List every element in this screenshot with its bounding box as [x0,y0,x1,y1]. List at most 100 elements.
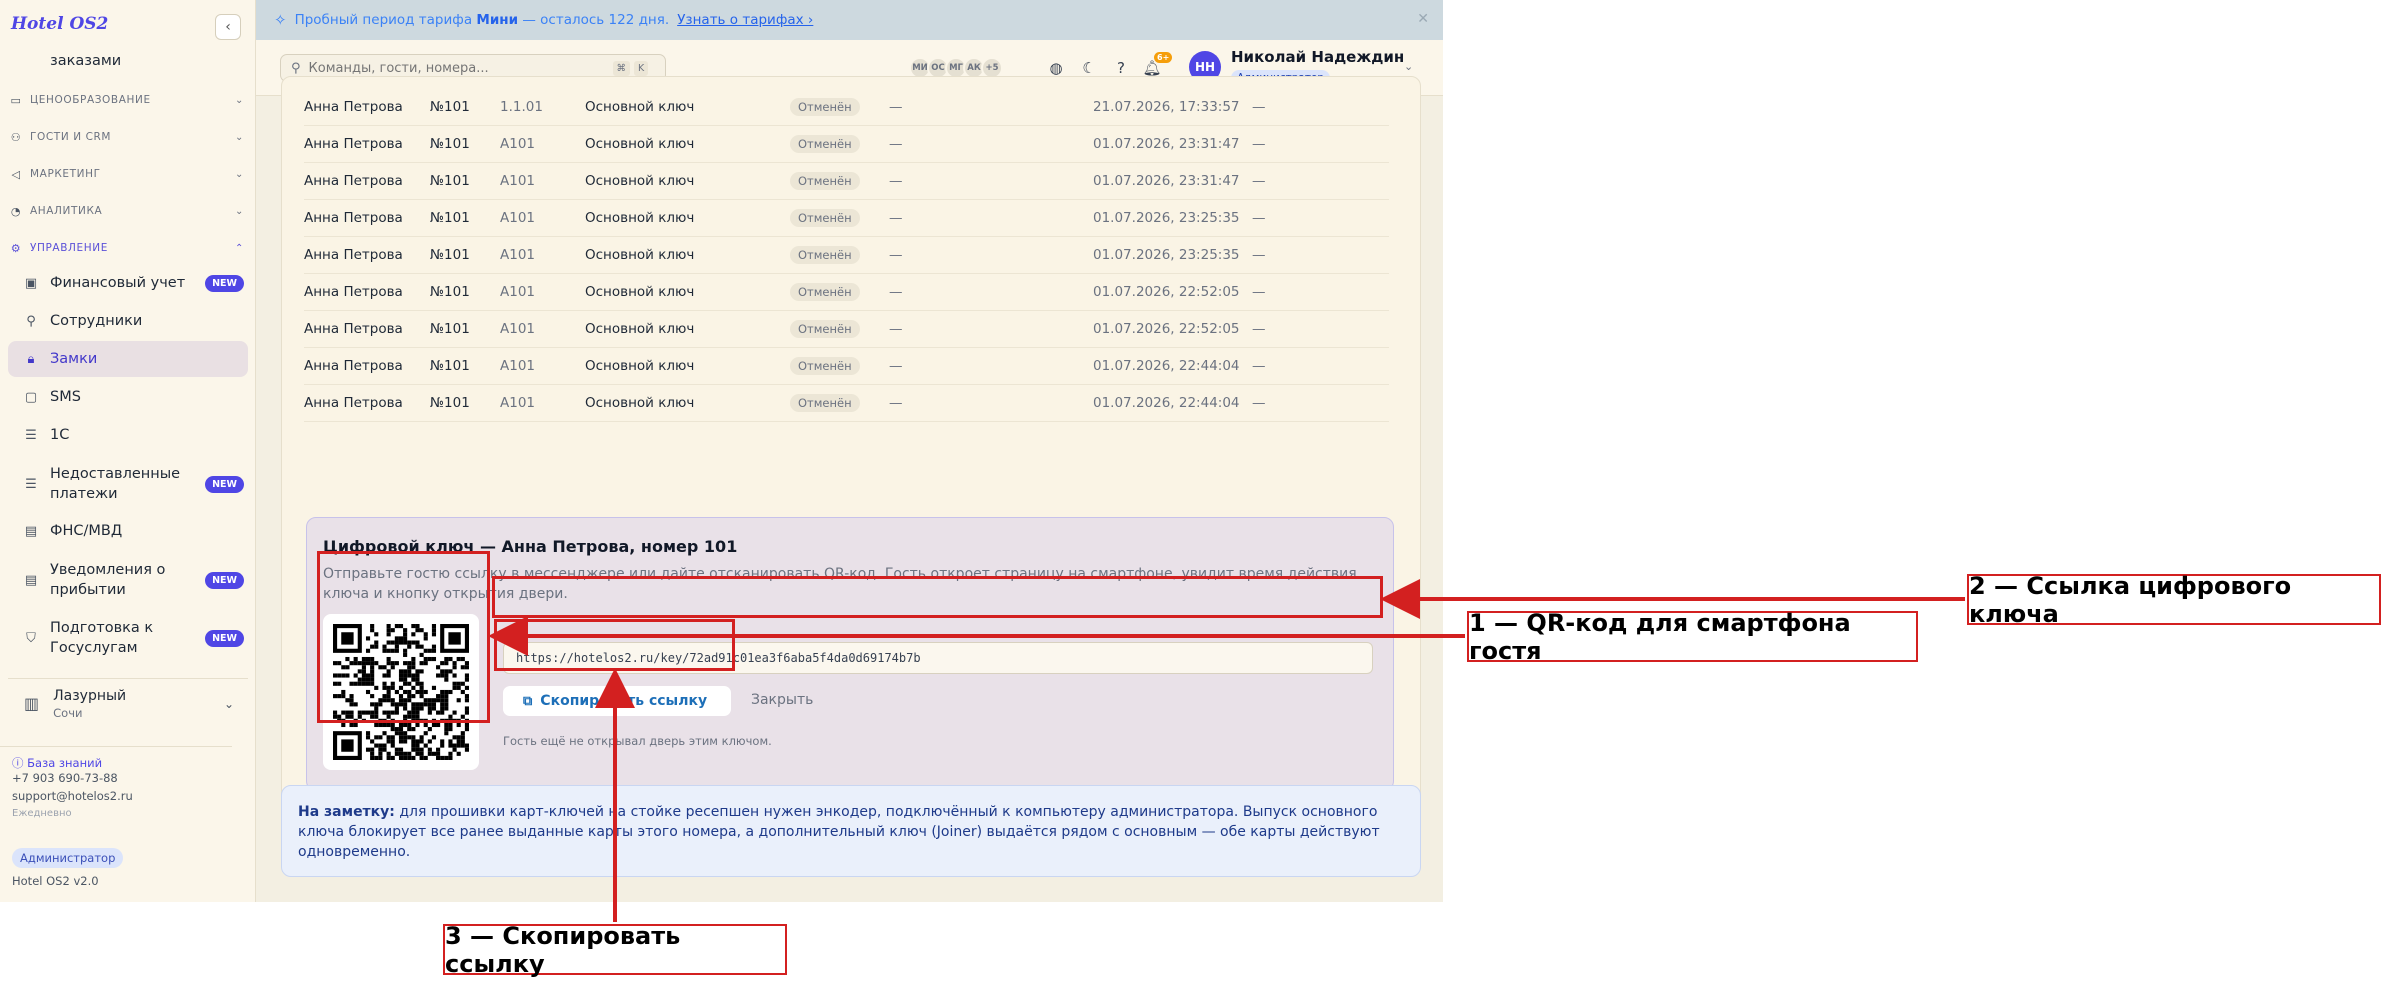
sidebar-collapse-button[interactable]: ‹ [215,14,241,40]
highlight-qr [317,551,490,723]
table-cell: Основной ключ [585,99,695,115]
sidebar-item-undelivered-payments[interactable]: ☰ Недоставленные платежи NEW [8,462,248,506]
table-cell: — [1252,284,1266,300]
annotation-2: 2 — Ссылка цифрового ключа [1967,572,2381,628]
analytics-icon: ◔ [10,204,22,218]
sidebar-item-arrival-notifications[interactable]: ▤ Уведомления о прибытии NEW [8,558,248,602]
encoder-note: На заметку: для прошивки карт-ключей на … [281,785,1421,877]
sidebar-item-1c[interactable]: ☰ 1С [8,422,248,448]
help-circle-icon: ⓘ [12,756,24,770]
table-cell: №101 [430,173,470,189]
table-cell: A101 [500,321,536,337]
table-cell: Основной ключ [585,173,695,189]
search-input[interactable] [308,60,609,76]
user-icon: ⚲ [26,313,36,329]
table-cell: Анна Петрова [304,247,403,263]
sidebar-item-fns-mvd[interactable]: ▤ ФНС/МВД [8,518,248,544]
table-cell: — [1252,136,1266,152]
sidebar-item-sms[interactable]: ▢ SMS [8,384,248,410]
table-cell: Анна Петрова [304,395,403,411]
document-icon: ▤ [24,572,38,588]
table-cell: 01.07.2026, 22:52:05 [1093,284,1240,300]
chevron-down-icon: ⌄ [235,205,244,217]
chevron-down-icon: ⌄ [235,94,244,106]
new-badge: NEW [205,629,244,647]
section-marketing[interactable]: ◁ МАРКЕТИНГ ⌄ [8,160,248,188]
sidebar-item-staff[interactable]: ⚲ Сотрудники [8,308,248,334]
knowledge-base-link[interactable]: ⓘ База знаний [0,746,232,771]
table-cell: — [889,284,903,300]
copy-link-button[interactable]: ⧉ Скопировать ссылку [503,686,731,716]
tariffs-link[interactable]: Узнать о тарифах › [677,12,813,28]
main-content: Анна Петрова №101 1.1.01 Основной ключ Отмен… [256,76,1443,902]
section-analytics[interactable]: ◔ АНАЛИТИКА ⌄ [8,197,248,225]
table-cell: 01.07.2026, 23:25:35 [1093,247,1240,263]
chevron-down-icon: ⌄ [235,168,244,180]
table-cell: — [889,210,903,226]
table-cell: — [1252,321,1266,337]
table-cell: — [889,99,903,115]
support-email[interactable]: support@hotelos2.ru [12,789,133,803]
app-version: Hotel OS2 v2.0 [12,874,99,888]
table-row: Анна Петрова №101 A101 Основной ключ Отменён… [304,311,1389,348]
table-cell: — [889,395,903,411]
hotel-switcher[interactable]: ▥ Лазурный Сочи ⌄ [8,678,248,728]
megaphone-icon: ◁ [11,167,21,181]
app-window: Hotel OS2 ‹ заказами ▭ ЦЕНООБРАЗОВАНИЕ ⌄… [0,0,1443,902]
table-row: Анна Петрова №101 A101 Основной ключ Отменён… [304,274,1389,311]
table-cell: 01.07.2026, 22:44:04 [1093,395,1240,411]
table-cell: №101 [430,136,470,152]
annotation-1: 1 — QR-код для смартфона гостя [1467,609,1918,665]
highlight-copy [494,619,735,671]
table-cell: Анна Петрова [304,210,403,226]
user-name[interactable]: Николай Надеждин [1231,48,1404,66]
section-guests-crm[interactable]: ⚇ ГОСТИ И CRM ⌄ [8,123,248,151]
users-icon: ⚇ [10,130,22,144]
sidebar-item-gosuslugi[interactable]: ⛉ Подготовка к Госуслугам NEW [8,616,248,660]
key-log-table: Анна Петрова №101 1.1.01 Основной ключ Отмен… [304,89,1389,422]
lock-icon: 🔒︎ [27,351,35,367]
sidebar-item-partial[interactable]: заказами [8,50,248,72]
table-row: Анна Петрова №101 1.1.01 Основной ключ Отмен… [304,89,1389,126]
status-badge: Отменён [790,394,860,412]
status-badge: Отменён [790,283,860,301]
table-cell: A101 [500,210,536,226]
table-cell: 01.07.2026, 23:31:47 [1093,136,1240,152]
chevron-down-icon[interactable]: ⌄ [1404,60,1413,73]
section-pricing[interactable]: ▭ ЦЕНООБРАЗОВАНИЕ ⌄ [8,86,248,114]
shortcut-key: K [634,60,649,76]
status-badge: Отменён [790,98,860,116]
table-cell: — [1252,99,1266,115]
table-cell: Основной ключ [585,358,695,374]
close-button[interactable]: Закрыть [751,692,813,708]
price-tag-icon: ▭ [10,93,22,107]
sidebar-item-finance[interactable]: ▣ Финансовый учет NEW [8,270,248,296]
table-cell: — [889,358,903,374]
brand-logo[interactable]: Hotel OS2 [11,14,108,34]
table-cell: №101 [430,284,470,300]
document-icon: ▤ [24,523,38,539]
chevron-up-icon: ⌃ [235,242,244,254]
table-cell: Основной ключ [585,321,695,337]
table-row: Анна Петрова №101 A101 Основной ключ Отменён… [304,126,1389,163]
notification-count: 6+ [1154,52,1173,63]
wallet-icon: ▣ [24,275,38,291]
table-cell: A101 [500,247,536,263]
new-badge: NEW [205,274,244,292]
table-cell: A101 [500,395,536,411]
table-cell: 1.1.01 [500,99,543,115]
table-cell: Основной ключ [585,284,695,300]
sidebar-item-locks[interactable]: 🔒︎ Замки [8,341,248,377]
table-cell: Анна Петрова [304,99,403,115]
close-icon[interactable]: ✕ [1417,11,1429,27]
table-row: Анна Петрова №101 A101 Основной ключ Отменён… [304,385,1389,422]
table-cell: Основной ключ [585,395,695,411]
table-cell: Анна Петрова [304,284,403,300]
message-icon: ▢ [24,389,38,405]
support-phone[interactable]: +7 903 690-73-88 [12,771,118,785]
section-management[interactable]: ⚙ УПРАВЛЕНИЕ ⌃ [8,234,248,262]
shortcut-key: ⌘ [612,60,631,76]
hotel-city: Сочи [53,705,83,720]
status-badge: Отменён [790,209,860,227]
table-cell: — [889,173,903,189]
